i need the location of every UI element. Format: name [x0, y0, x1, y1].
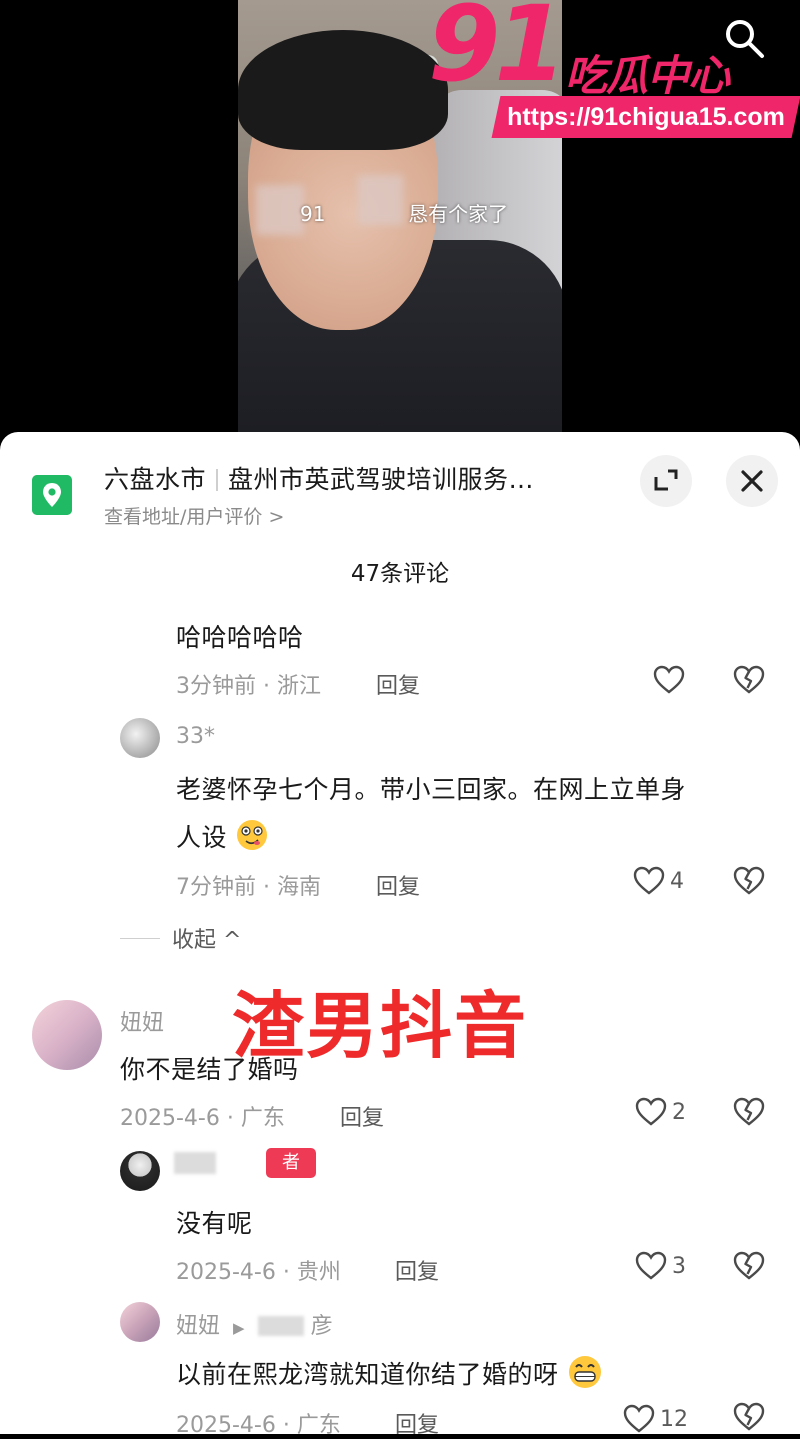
- comment-meta: 2025-4-6 · 广东: [176, 1413, 341, 1438]
- collapse-replies-button[interactable]: 收起 ^: [120, 922, 241, 954]
- broken-heart-icon[interactable]: [732, 1249, 766, 1283]
- commenter-name[interactable]: 33*: [176, 724, 215, 749]
- reply-button[interactable]: 回复: [376, 869, 420, 901]
- reply-to-name-tail: 彦: [310, 1314, 333, 1339]
- reply-button[interactable]: 回复: [395, 1254, 439, 1286]
- comment-sheet: 六盘水市 盘州市英武驾驶培训服务… 查看地址/用户评价 > 47条评论 哈哈哈哈哈…: [0, 432, 800, 1438]
- like-count: 3: [672, 1253, 686, 1279]
- comments-count: 47条评论: [350, 561, 450, 587]
- heart-icon: [633, 866, 665, 895]
- like-button[interactable]: 2: [634, 1094, 686, 1130]
- broken-heart-icon[interactable]: [732, 1095, 766, 1129]
- like-button[interactable]: 4: [632, 863, 684, 899]
- broken-heart-icon[interactable]: [732, 864, 766, 898]
- comment-text: 人设: [176, 818, 269, 854]
- location-city: 六盘水市: [104, 465, 207, 494]
- caption-text: 恳有个家了: [408, 202, 509, 226]
- avatar[interactable]: [120, 718, 160, 758]
- author-badge: 者: [266, 1148, 316, 1178]
- commenter-name[interactable]: 妞妞 ▶ 彦: [176, 1308, 333, 1340]
- hair: [238, 30, 448, 150]
- watermark-logo-text: 吃瓜中心: [565, 51, 730, 100]
- avatar[interactable]: [32, 1000, 102, 1070]
- video-caption: 91 恳有个家了: [300, 198, 508, 227]
- like-button[interactable]: 3: [634, 1248, 686, 1284]
- commenter-name-text: 妞妞: [176, 1314, 221, 1339]
- reply-arrow-icon: ▶: [233, 1319, 245, 1337]
- location-title[interactable]: 六盘水市 盘州市英武驾驶培训服务…: [104, 460, 534, 496]
- avatar[interactable]: [120, 1151, 160, 1191]
- broken-heart-icon[interactable]: [732, 663, 766, 697]
- watermark-logo-number: 91: [428, 0, 567, 105]
- like-count: 4: [670, 868, 684, 894]
- reply-button[interactable]: 回复: [395, 1407, 439, 1439]
- emoji-icon: [237, 820, 268, 850]
- comment-meta: 2025-4-6 · 贵州: [176, 1260, 341, 1285]
- blurred-region: [256, 185, 304, 235]
- grin-emoji-icon: [568, 1356, 601, 1388]
- like-button[interactable]: [652, 662, 686, 698]
- close-icon: [741, 470, 763, 492]
- expand-icon: [654, 469, 678, 491]
- comment-text: 你不是结了婚吗: [120, 1055, 299, 1084]
- reply-button[interactable]: 回复: [340, 1100, 384, 1132]
- location-subtitle-link[interactable]: 查看地址/用户评价 >: [104, 502, 284, 529]
- like-count: 2: [672, 1099, 686, 1125]
- blurred-name: [257, 1316, 304, 1336]
- heart-icon: [623, 1404, 655, 1433]
- separator: [216, 469, 219, 491]
- comment-text: 以前在熙龙湾就知道你结了婚的呀: [176, 1354, 603, 1391]
- watermark-url-banner: https://91chigua15.com: [491, 96, 800, 138]
- comment-meta: 3分钟前 · 浙江: [176, 674, 321, 699]
- comment-text-line2: 人设: [176, 823, 228, 852]
- divider: [120, 937, 160, 939]
- location-place: 盘州市英武驾驶培训服务…: [228, 465, 535, 494]
- comment-text-body: 以前在熙龙湾就知道你结了婚的呀: [176, 1360, 559, 1389]
- comment-meta: 2025-4-6 · 广东: [120, 1106, 285, 1131]
- comment-text: 没有呢: [176, 1209, 253, 1238]
- collapse-label: 收起 ^: [172, 928, 242, 953]
- heart-icon: [635, 1097, 667, 1126]
- reply-button[interactable]: 回复: [376, 668, 420, 700]
- heart-icon: [653, 665, 685, 694]
- comment-text: 老婆怀孕七个月。带小三回家。在网上立单身: [176, 775, 687, 804]
- comment-meta: 7分钟前 · 海南: [176, 875, 321, 900]
- avatar[interactable]: [120, 1302, 160, 1342]
- expand-button[interactable]: [640, 455, 692, 507]
- location-pin-icon: [32, 475, 72, 515]
- broken-heart-icon[interactable]: [732, 1400, 766, 1434]
- blurred-name: [174, 1152, 216, 1174]
- close-button[interactable]: [726, 455, 778, 507]
- like-count: 12: [660, 1406, 688, 1432]
- comment-text: 哈哈哈哈哈: [176, 623, 304, 652]
- watermark-url: https://91chigua15.com: [507, 103, 785, 131]
- video-player[interactable]: 91 恳有个家了 91 吃瓜中心 https://91chigua15.com: [0, 0, 800, 440]
- caption-number: 91: [300, 202, 326, 226]
- heart-icon: [635, 1251, 667, 1280]
- like-button[interactable]: 12: [622, 1401, 688, 1437]
- commenter-name[interactable]: 妞妞: [120, 1005, 164, 1037]
